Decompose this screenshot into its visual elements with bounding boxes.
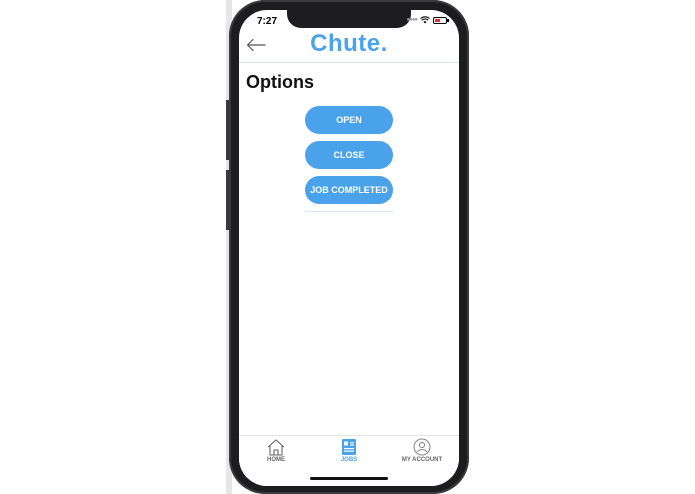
phone-frame: 7:27 ●●●● Chute. Options OPEN CLOSE JOB … bbox=[229, 0, 469, 494]
tab-jobs-label: JOBS bbox=[340, 457, 358, 463]
tab-home[interactable]: HOME bbox=[246, 438, 306, 463]
phone-screen: 7:27 ●●●● Chute. Options OPEN CLOSE JOB … bbox=[239, 10, 459, 486]
options-list: OPEN CLOSE JOB COMPLETED bbox=[305, 106, 393, 212]
tab-jobs[interactable]: JOBS bbox=[319, 438, 379, 463]
tab-my-account-label: MY ACCOUNT bbox=[401, 457, 443, 463]
app-logo: Chute. bbox=[310, 30, 388, 57]
clipboard-icon bbox=[342, 439, 356, 455]
home-indicator bbox=[310, 477, 388, 480]
status-time: 7:27 bbox=[257, 16, 278, 27]
phone-notch bbox=[287, 10, 411, 28]
simulator-stage: 7:27 ●●●● Chute. Options OPEN CLOSE JOB … bbox=[0, 0, 695, 494]
wifi-icon bbox=[420, 16, 430, 24]
nav-bar: Chute. bbox=[239, 30, 459, 63]
tab-home-label: HOME bbox=[267, 457, 285, 463]
job-completed-button[interactable]: JOB COMPLETED bbox=[305, 176, 393, 204]
open-button[interactable]: OPEN bbox=[305, 106, 393, 134]
battery-icon bbox=[433, 16, 449, 24]
user-circle-icon bbox=[413, 438, 431, 456]
page-title: Options bbox=[246, 72, 314, 92]
status-icons: ●●●● bbox=[406, 16, 449, 24]
signal-dots-icon: ●●●● bbox=[406, 17, 418, 23]
tab-my-account[interactable]: MY ACCOUNT bbox=[392, 438, 452, 463]
options-divider bbox=[305, 211, 393, 212]
close-button[interactable]: CLOSE bbox=[305, 141, 393, 169]
house-icon bbox=[267, 439, 285, 456]
tab-bar: HOME JOBS MY ACCOUNT bbox=[239, 435, 459, 486]
